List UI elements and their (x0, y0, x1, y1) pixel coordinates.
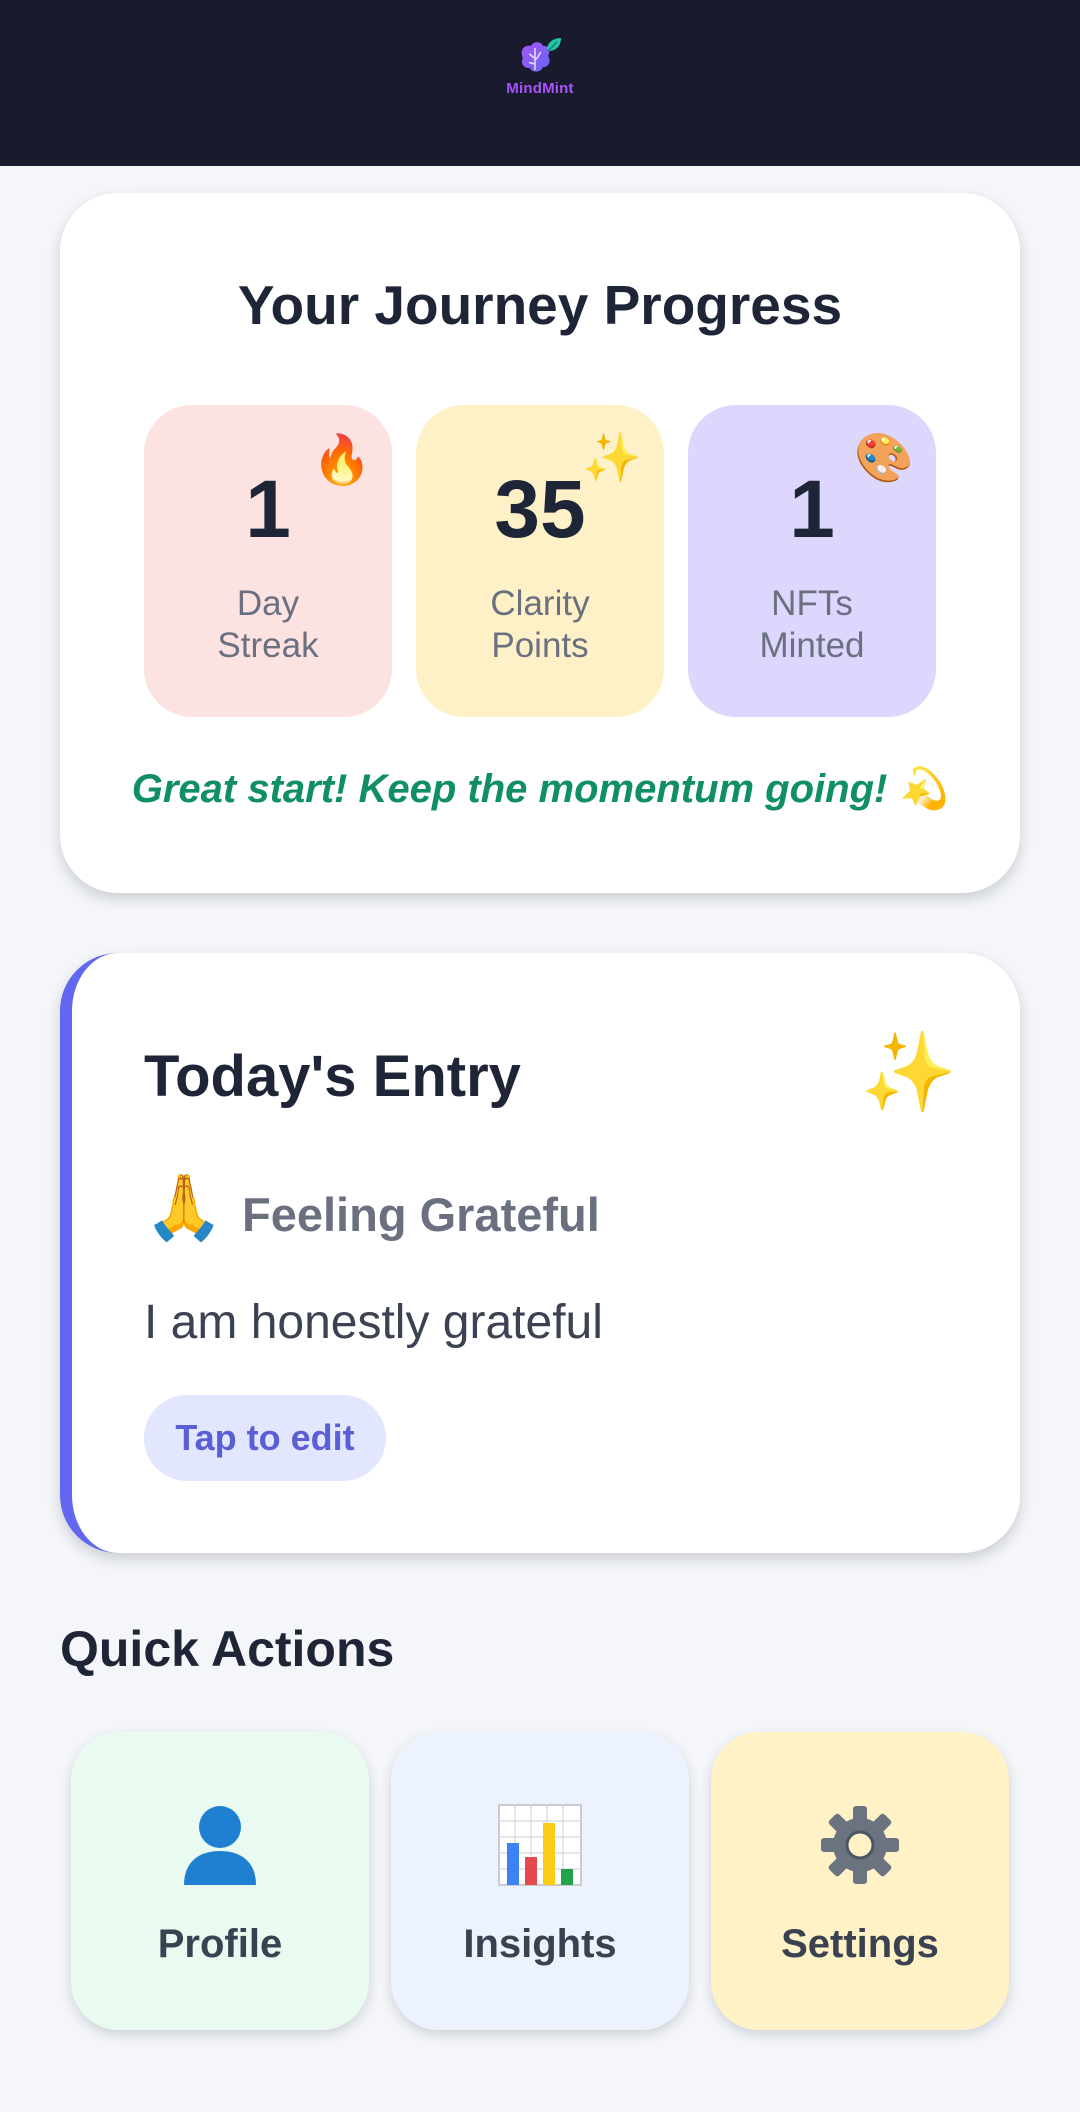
stat-clarity-points[interactable]: ✨ 35 Clarity Points (416, 405, 664, 717)
insights-button[interactable]: Insights (391, 1732, 689, 2030)
action-label: Settings (781, 1922, 939, 1966)
todays-entry-card[interactable]: Today's Entry ✨ 🙏 Feeling Grateful I am … (60, 953, 1020, 1553)
profile-button[interactable]: Profile (71, 1732, 369, 2030)
edit-entry-button[interactable]: Tap to edit (144, 1395, 386, 1481)
brain-leaf-icon (521, 38, 561, 72)
entry-title: Today's Entry (144, 1044, 521, 1109)
bar-chart-icon (391, 1800, 689, 1890)
stat-value: 1 (789, 464, 835, 555)
stat-value: 35 (494, 464, 586, 555)
entry-text: I am honestly grateful (144, 1296, 603, 1349)
app-header: MindMint (0, 0, 1080, 166)
mood-label: Feeling Grateful (242, 1188, 600, 1241)
stat-label-text: Clarity Points (490, 584, 590, 665)
praying-hands-icon: 🙏 (144, 1171, 224, 1243)
action-label: Profile (157, 1922, 283, 1966)
gear-icon (711, 1800, 1009, 1890)
progress-title: Your Journey Progress (237, 274, 843, 336)
stat-label: Clarity Points (416, 583, 664, 667)
stat-value: 1 (245, 464, 291, 555)
settings-button[interactable]: Settings (711, 1732, 1009, 2030)
sparkles-icon: ✨ (860, 1028, 958, 1116)
action-label: Insights (463, 1922, 617, 1966)
stat-day-streak[interactable]: 🔥 1 Day Streak (144, 405, 392, 717)
user-icon (71, 1800, 369, 1890)
stat-label: NFTs Minted (688, 583, 936, 667)
quick-actions-title: Quick Actions (60, 1621, 395, 1677)
progress-message: Great start! Keep the momentum going! 💫 (131, 767, 949, 811)
app-name: MindMint (506, 80, 574, 97)
stat-nfts-minted[interactable]: 🎨 1 NFTs Minted (688, 405, 936, 717)
journey-progress-card: Your Journey Progress 🔥 1 Day Streak ✨ 3… (60, 193, 1020, 893)
stat-label-text: NFTs Minted (759, 584, 865, 665)
stat-label: Day Streak (144, 583, 392, 667)
stat-label-text: Day Streak (217, 584, 319, 665)
app-logo[interactable]: MindMint (500, 36, 580, 100)
